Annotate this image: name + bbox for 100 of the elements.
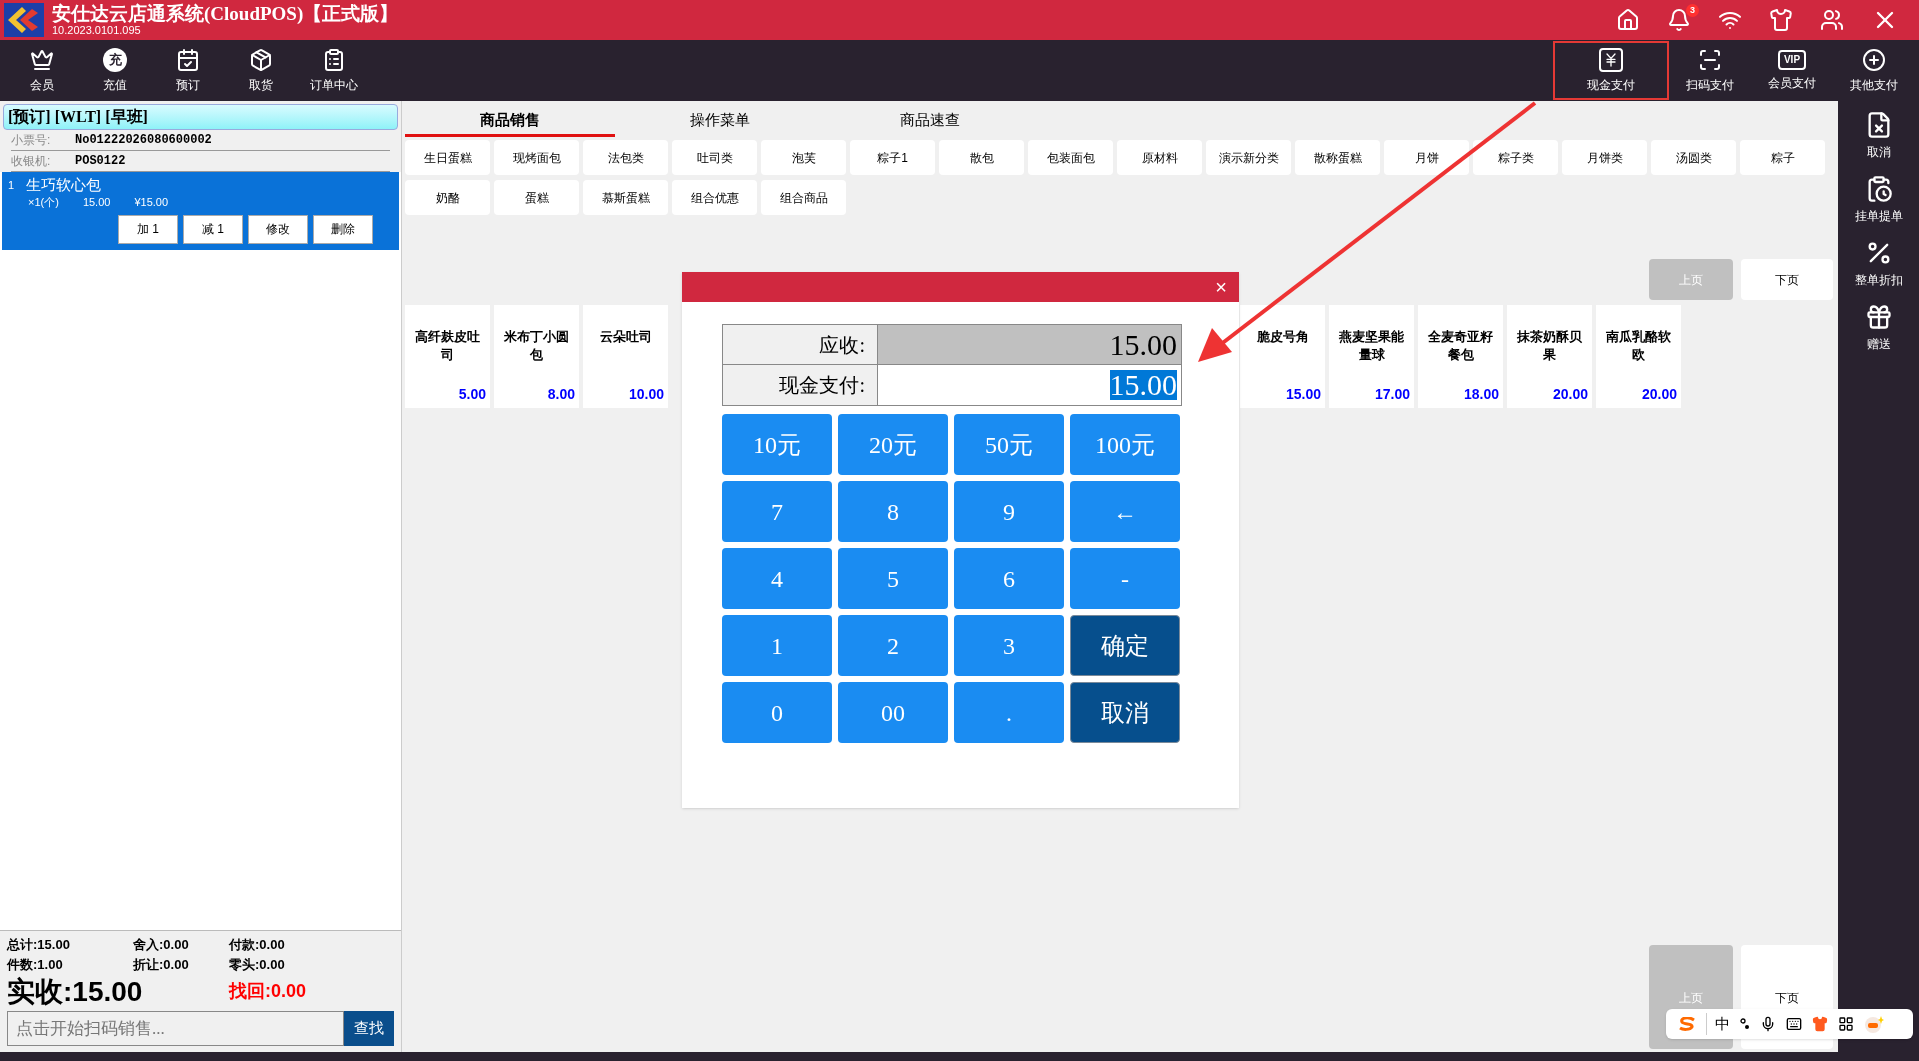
product-price: 17.00 — [1374, 385, 1410, 404]
clipboard-icon — [322, 47, 346, 72]
category-button[interactable]: 月饼 — [1384, 140, 1469, 175]
toolbar-button[interactable]: 会员 — [12, 40, 72, 101]
item-action-button[interactable]: 减 1 — [183, 214, 243, 244]
product-card[interactable]: 米布丁小圆包 8.00 — [494, 305, 579, 408]
total-text: 件数:1.00 — [7, 955, 64, 974]
category-button[interactable]: 泡芙 — [761, 140, 846, 175]
category-button[interactable]: 生日蛋糕 — [405, 140, 490, 175]
category-button[interactable]: 组合商品 — [761, 180, 846, 215]
product-price: 5.00 — [458, 385, 486, 404]
search-button[interactable]: 查找 — [344, 1011, 394, 1046]
item-name: 生巧软心包 — [26, 175, 102, 195]
ticket-number: No01222026080600002 — [75, 132, 212, 149]
category-button[interactable]: 月饼类 — [1562, 140, 1647, 175]
side-action-button[interactable]: 取消 — [1864, 111, 1893, 161]
shirt-icon[interactable] — [1812, 1016, 1828, 1032]
order-header: [预订] [WLT] [早班] — [3, 104, 398, 130]
item-action-button[interactable]: 加 1 — [118, 214, 178, 244]
toolbar-button[interactable]: 订单中心 — [304, 40, 364, 101]
mascot-icon[interactable] — [1864, 1015, 1884, 1033]
logo-icon — [4, 3, 44, 37]
payment-button[interactable]: VIP 会员支付 — [1751, 41, 1833, 100]
product-price: 8.00 — [547, 385, 575, 404]
users-icon[interactable] — [1820, 8, 1844, 32]
product-name: 高纤麸皮吐司 — [414, 328, 481, 364]
close-button[interactable]: × — [1215, 277, 1227, 297]
category-button[interactable]: 粽子1 — [850, 140, 935, 175]
home-icon[interactable] — [1616, 8, 1640, 32]
category-button[interactable]: 吐司类 — [672, 140, 757, 175]
mic-icon[interactable] — [1760, 1016, 1776, 1032]
product-price: 20.00 — [1641, 385, 1677, 404]
product-card[interactable]: 南瓜乳酪软欧 20.00 — [1596, 305, 1681, 408]
product-card[interactable]: 高纤麸皮吐司 5.00 — [405, 305, 490, 408]
tab[interactable]: 商品销售 — [405, 107, 615, 137]
product-card[interactable]: 抹茶奶酥贝果 20.00 — [1507, 305, 1592, 408]
product-name: 脆皮号角 — [1256, 328, 1309, 346]
category-button[interactable]: 蛋糕 — [494, 180, 579, 215]
category-button[interactable]: 散包 — [939, 140, 1024, 175]
cash-label: 现金支付: — [723, 365, 877, 405]
category-button[interactable]: 组合优惠 — [672, 180, 757, 215]
category-button[interactable]: 奶酪 — [405, 180, 490, 215]
total-text: 零头:0.00 — [229, 955, 286, 974]
category-button[interactable]: 法包类 — [583, 140, 668, 175]
register-label: 收银机: — [11, 153, 52, 170]
product-card[interactable]: 全麦奇亚籽餐包 18.00 — [1418, 305, 1503, 408]
item-action-button[interactable]: 修改 — [248, 214, 308, 244]
item-action-button[interactable]: 删除 — [313, 214, 373, 244]
bell-icon[interactable] — [1667, 8, 1691, 32]
grid-icon[interactable] — [1838, 1016, 1854, 1032]
total-text: 总计:15.00 — [7, 936, 71, 954]
side-action-button[interactable]: 赠送 — [1864, 303, 1893, 353]
product-name: 抹茶奶酥贝果 — [1516, 328, 1583, 364]
ime-mode[interactable]: 中 — [1706, 1012, 1730, 1036]
punctuation-icon[interactable] — [1740, 1017, 1750, 1031]
category-button[interactable]: 慕斯蛋糕 — [583, 180, 668, 215]
keypad-key[interactable]: 确定 — [1070, 615, 1180, 676]
tab[interactable]: 操作菜单 — [615, 107, 825, 137]
crown-icon — [30, 47, 54, 72]
receivable-label: 应收: — [723, 325, 877, 364]
receivable-field: 15.00 — [877, 325, 1181, 364]
version-text: 10.2023.0101.095 — [52, 25, 142, 36]
product-card[interactable]: 脆皮号角 15.00 — [1240, 305, 1325, 408]
toolbar-button[interactable]: 充 充值 — [85, 40, 145, 101]
keyboard-icon[interactable] — [1786, 1016, 1802, 1032]
toolbar-button[interactable]: 取货 — [231, 40, 291, 101]
category-button[interactable]: 包装面包 — [1028, 140, 1113, 175]
category-button[interactable]: 粽子类 — [1473, 140, 1558, 175]
product-name: 米布丁小圆包 — [503, 328, 570, 364]
gift-icon — [1864, 303, 1893, 331]
total-text: 舍入:0.00 — [133, 936, 190, 954]
category-button[interactable]: 现烤面包 — [494, 140, 579, 175]
scan-icon — [1698, 47, 1722, 72]
product-price: 15.00 — [1285, 385, 1321, 404]
page-button[interactable]: 下页 — [1741, 259, 1833, 300]
payment-button[interactable]: 扫码支付 — [1669, 41, 1751, 100]
order-item[interactable]: 1 生巧软心包 ×1(个) 15.00 ¥15.00 加 1 减 1 修改 删除 — [2, 172, 399, 250]
category-button[interactable]: 粽子 — [1740, 140, 1825, 175]
category-button[interactable]: 原材料 — [1117, 140, 1202, 175]
side-action-button[interactable]: 整单折扣 — [1854, 239, 1903, 289]
category-button[interactable]: 汤圆类 — [1651, 140, 1736, 175]
category-button[interactable]: 演示新分类 — [1206, 140, 1291, 175]
category-button[interactable]: 散称蛋糕 — [1295, 140, 1380, 175]
keypad-key[interactable]: 取消 — [1070, 682, 1180, 743]
product-card[interactable]: 云朵吐司 10.00 — [583, 305, 668, 408]
coin-plus-icon — [1862, 47, 1886, 72]
box-icon — [249, 47, 273, 72]
tab[interactable]: 商品速查 — [825, 107, 1035, 137]
toolbar-button[interactable]: 预订 — [158, 40, 218, 101]
payment-button[interactable]: 现金支付 — [1553, 41, 1669, 100]
app-title: 安仕达云店通系统(CloudPOS)【正式版】 — [52, 4, 399, 23]
ticket-label: 小票号: — [11, 132, 52, 149]
product-price: 20.00 — [1552, 385, 1588, 404]
scan-field[interactable]: 点击开始扫码销售... — [7, 1011, 344, 1046]
side-action-button[interactable]: 挂单提单 — [1854, 175, 1903, 225]
total-text: 折让:0.00 — [133, 955, 190, 974]
yen-icon — [1599, 47, 1623, 72]
payment-button[interactable]: 其他支付 — [1833, 41, 1915, 100]
product-card[interactable]: 燕麦坚果能量球 17.00 — [1329, 305, 1414, 408]
item-quantity: ×1(个) — [28, 196, 59, 208]
